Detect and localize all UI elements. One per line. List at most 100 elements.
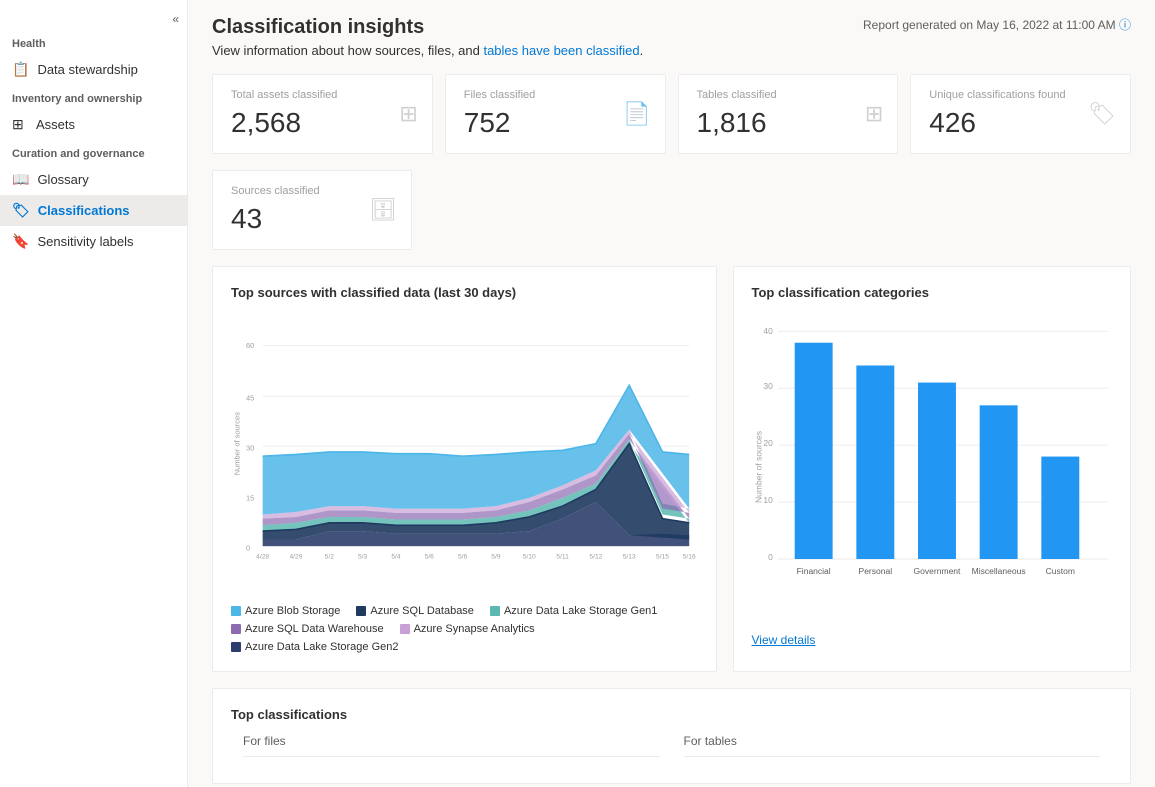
svg-text:Miscellaneous: Miscellaneous	[971, 566, 1025, 576]
svg-text:5/12: 5/12	[589, 554, 602, 561]
svg-text:5/11: 5/11	[556, 554, 569, 561]
svg-text:5/2: 5/2	[325, 554, 335, 561]
svg-text:40: 40	[763, 326, 773, 336]
section-label-inventory: Inventory and ownership	[0, 85, 187, 109]
stat-label-files: Files classified	[464, 89, 647, 101]
page-header: Classification insights View information…	[212, 16, 1131, 62]
svg-text:30: 30	[763, 381, 773, 391]
legend-sql-database: Azure SQL Database	[356, 605, 474, 617]
legend-label: Azure Data Lake Storage Gen1	[504, 605, 657, 617]
files-col-label: For files	[243, 734, 660, 757]
stat-card-tables: Tables classified 1,816 ⊞	[678, 74, 899, 154]
bar-financial	[794, 343, 832, 559]
sidebar-item-glossary[interactable]: 📖 Glossary	[0, 164, 187, 195]
legend-label: Azure SQL Database	[370, 605, 474, 617]
svg-text:4/29: 4/29	[289, 554, 302, 561]
stat-value-unique: 426	[929, 107, 1112, 139]
section-label-curation: Curation and governance	[0, 140, 187, 164]
info-icon[interactable]: ⓘ	[1119, 18, 1131, 32]
area-chart-title: Top sources with classified data (last 3…	[231, 285, 698, 300]
area-chart-svg: 60 45 30 15 0 Number of sources	[231, 312, 698, 592]
tables-icon: ⊞	[865, 101, 883, 127]
svg-text:4/28: 4/28	[256, 554, 269, 561]
legend-lake-gen1: Azure Data Lake Storage Gen1	[490, 605, 657, 617]
svg-text:0: 0	[246, 543, 250, 552]
svg-text:0: 0	[768, 552, 773, 562]
svg-text:5/6: 5/6	[458, 554, 468, 561]
subtitle-link[interactable]: tables have been classified	[483, 43, 639, 58]
bar-chart-svg: Number of sources 40 30 20 10 0	[752, 312, 1112, 622]
page-subtitle: View information about how sources, file…	[212, 43, 643, 58]
sidebar: « Health 📋 Data stewardship Inventory an…	[0, 0, 188, 787]
svg-text:Number of sources: Number of sources	[753, 431, 763, 503]
sidebar-item-sensitivity-labels[interactable]: 🔖 Sensitivity labels	[0, 226, 187, 257]
classifications-icon: 🏷	[12, 202, 30, 219]
sidebar-item-label: Sensitivity labels	[37, 234, 133, 249]
svg-text:45: 45	[246, 393, 254, 402]
sidebar-section-curation: Curation and governance 📖 Glossary 🏷 Cla…	[0, 140, 187, 257]
sidebar-section-inventory: Inventory and ownership ⊞ Assets	[0, 85, 187, 140]
legend-dot	[490, 606, 500, 616]
stat-label-sources: Sources classified	[231, 185, 393, 197]
svg-text:5/3: 5/3	[358, 554, 368, 561]
sidebar-item-classifications[interactable]: 🏷 Classifications	[0, 195, 187, 226]
stat-card-files: Files classified 752 📄	[445, 74, 666, 154]
assets-icon: ⊞	[12, 116, 28, 133]
files-icon: 📄	[623, 101, 650, 127]
bar-miscellaneous	[979, 405, 1017, 559]
top-classifications-tables-col: For tables	[672, 734, 1113, 765]
sidebar-item-assets[interactable]: ⊞ Assets	[0, 109, 187, 140]
svg-text:Custom: Custom	[1045, 566, 1074, 576]
sidebar-item-data-stewardship[interactable]: 📋 Data stewardship	[0, 54, 187, 85]
legend-dot	[231, 606, 241, 616]
stat-value-files: 752	[464, 107, 647, 139]
stat-cards-row2: Sources classified 43 🗄	[212, 170, 1131, 250]
legend-label: Azure Data Lake Storage Gen2	[245, 641, 398, 653]
legend-dot	[356, 606, 366, 616]
stat-label-total-assets: Total assets classified	[231, 89, 414, 101]
svg-text:5/9: 5/9	[491, 554, 501, 561]
view-details-link[interactable]: View details	[752, 633, 816, 647]
legend-label: Azure SQL Data Warehouse	[245, 623, 384, 635]
svg-text:60: 60	[246, 341, 254, 350]
stat-card-total-assets: Total assets classified 2,568 ⊞	[212, 74, 433, 154]
bar-chart-title: Top classification categories	[752, 285, 1112, 300]
total-assets-icon: ⊞	[399, 101, 417, 127]
sources-icon: 🗄	[369, 197, 397, 223]
sidebar-item-label: Data stewardship	[37, 62, 137, 77]
legend-dot	[231, 624, 241, 634]
main-content: Classification insights View information…	[188, 0, 1155, 787]
svg-text:30: 30	[246, 443, 254, 452]
charts-row: Top sources with classified data (last 3…	[212, 266, 1131, 672]
legend-label: Azure Synapse Analytics	[414, 623, 535, 635]
sidebar-collapse-button[interactable]: «	[0, 8, 187, 30]
legend-blob-storage: Azure Blob Storage	[231, 605, 340, 617]
stat-card-sources: Sources classified 43 🗄	[212, 170, 412, 250]
legend-label: Azure Blob Storage	[245, 605, 340, 617]
tables-col-label: For tables	[684, 734, 1101, 757]
svg-text:Personal: Personal	[858, 566, 892, 576]
svg-text:5/6: 5/6	[425, 554, 435, 561]
legend-sql-dw: Azure SQL Data Warehouse	[231, 623, 384, 635]
svg-text:Number of sources: Number of sources	[232, 412, 241, 475]
bar-government	[918, 383, 956, 559]
page-header-left: Classification insights View information…	[212, 16, 643, 62]
sidebar-item-label: Classifications	[38, 203, 130, 218]
stat-label-unique: Unique classifications found	[929, 89, 1112, 101]
top-classifications-cols: For files For tables	[231, 734, 1112, 765]
svg-text:5/10: 5/10	[523, 554, 536, 561]
area-chart-card: Top sources with classified data (last 3…	[212, 266, 717, 672]
legend-lake-gen2: Azure Data Lake Storage Gen2	[231, 641, 398, 653]
bar-personal	[856, 365, 894, 559]
svg-text:5/4: 5/4	[391, 554, 401, 561]
subtitle-pre: View information about how sources, file…	[212, 43, 483, 58]
area-chart-legend: Azure Blob Storage Azure SQL Database Az…	[231, 605, 698, 653]
section-label-health: Health	[0, 30, 187, 54]
bar-chart-card: Top classification categories Number of …	[733, 266, 1131, 672]
svg-text:10: 10	[763, 495, 773, 505]
sidebar-section-health: Health 📋 Data stewardship	[0, 30, 187, 85]
legend-synapse: Azure Synapse Analytics	[400, 623, 535, 635]
page-title: Classification insights	[212, 16, 643, 39]
legend-dot	[400, 624, 410, 634]
svg-text:5/15: 5/15	[656, 554, 669, 561]
